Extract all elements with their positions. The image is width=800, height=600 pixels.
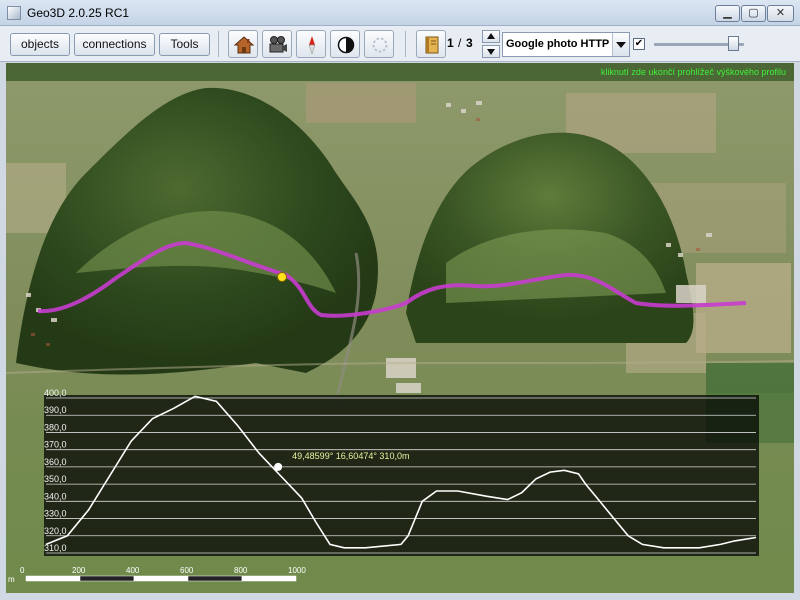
scale-segment xyxy=(25,575,81,582)
page-up-button[interactable] xyxy=(482,30,500,43)
y-tick-label: 370,0 xyxy=(44,440,67,450)
camera-button[interactable] xyxy=(262,30,292,58)
window-title: Geo3D 2.0.25 RC1 xyxy=(27,6,130,20)
tools-button[interactable]: Tools xyxy=(159,33,210,56)
scale-segment xyxy=(133,575,189,582)
book-button[interactable] xyxy=(416,30,446,58)
title-bar: Geo3D 2.0.25 RC1 ▁ ▢ ✕ xyxy=(0,0,800,26)
y-tick-label: 380,0 xyxy=(44,422,67,432)
home-icon xyxy=(233,36,255,54)
chevron-down-icon xyxy=(616,42,626,48)
scale-segment xyxy=(241,575,297,582)
home-button[interactable] xyxy=(228,30,258,58)
elevation-marker xyxy=(274,462,283,471)
scale-label: 800 xyxy=(234,566,248,575)
book-icon xyxy=(425,36,439,54)
connections-button[interactable]: connections xyxy=(74,33,155,56)
page-separator: / xyxy=(458,36,462,50)
imagery-select-value: Google photo HTTP xyxy=(506,38,610,50)
maximize-button[interactable]: ▢ xyxy=(741,5,766,22)
window-frame xyxy=(794,63,800,600)
arrow-up-icon xyxy=(487,33,495,39)
marker-readout: 49,48599° 16,60474° 310,0m xyxy=(292,451,409,461)
page-total: 3 xyxy=(466,36,473,50)
scale-segment xyxy=(79,575,135,582)
scale-label: 1000 xyxy=(288,566,306,575)
contrast-icon xyxy=(337,36,355,54)
scale-unit: m xyxy=(8,575,15,584)
spinner-icon xyxy=(372,37,388,53)
minimize-icon: ▁ xyxy=(723,7,732,19)
dropdown-button[interactable] xyxy=(612,33,629,56)
scale-segment xyxy=(187,575,243,582)
contrast-button[interactable] xyxy=(330,30,360,58)
window-frame xyxy=(0,593,800,600)
y-tick-label: 330,0 xyxy=(44,509,67,519)
window-frame xyxy=(0,63,6,600)
compass-button[interactable] xyxy=(296,30,326,58)
toolbar: objects connections Tools 1 / 3 Google p… xyxy=(0,26,800,62)
elevation-profile: 310,0320,0330,0340,0350,0360,0370,0380,0… xyxy=(8,388,759,584)
y-tick-label: 360,0 xyxy=(44,457,67,467)
scale-bar: 0 200 400 600 800 1000 m xyxy=(8,566,306,584)
minimize-button[interactable]: ▁ xyxy=(715,5,740,22)
terrain-view[interactable]: kliknutí zde ukončí prohlížeč výškového … xyxy=(6,63,794,593)
arrow-down-icon xyxy=(487,49,495,55)
opacity-slider-thumb[interactable] xyxy=(727,36,739,51)
app-icon xyxy=(7,6,21,20)
toolbar-separator xyxy=(405,31,406,57)
y-tick-label: 400,0 xyxy=(44,388,67,398)
y-tick-label: 350,0 xyxy=(44,474,67,484)
scale-label: 600 xyxy=(180,566,194,575)
page-current: 1 xyxy=(447,36,454,50)
scale-label: 200 xyxy=(72,566,86,575)
page-down-button[interactable] xyxy=(482,45,500,58)
compass-icon xyxy=(308,36,316,55)
loading-button[interactable] xyxy=(364,30,394,58)
y-tick-label: 320,0 xyxy=(44,526,67,536)
overlay-checkbox[interactable]: ✔ xyxy=(633,38,645,50)
objects-button[interactable]: objects xyxy=(10,33,70,56)
camera-icon xyxy=(269,36,287,53)
scale-label: 400 xyxy=(126,566,140,575)
close-icon: ✕ xyxy=(775,7,786,19)
toolbar-separator xyxy=(218,31,219,57)
close-button[interactable]: ✕ xyxy=(767,5,794,22)
imagery-select[interactable]: Google photo HTTP xyxy=(502,32,630,57)
scale-label: 0 xyxy=(20,566,25,575)
maximize-icon: ▢ xyxy=(748,7,759,19)
y-tick-label: 340,0 xyxy=(44,491,67,501)
y-tick-label: 390,0 xyxy=(44,405,67,415)
